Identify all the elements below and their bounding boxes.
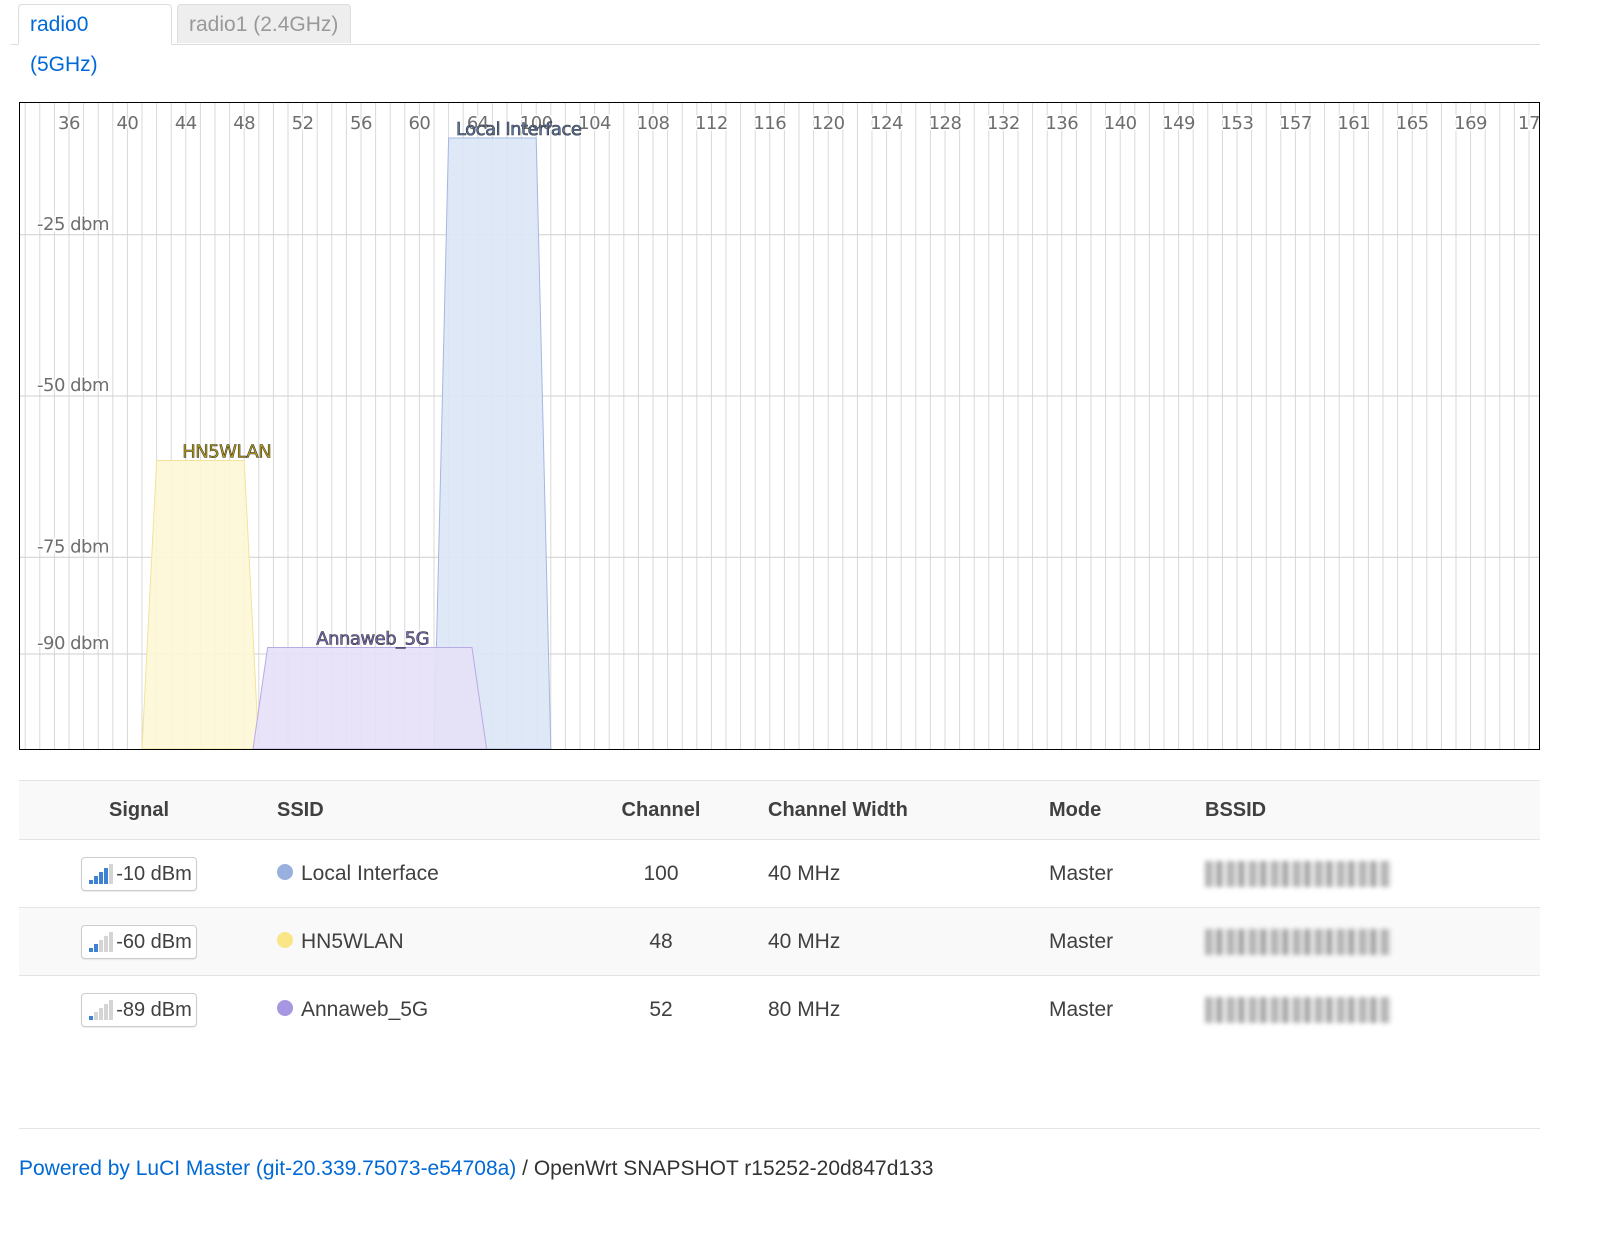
radio-tabs: radio0 (5GHz) radio1 (2.4GHz) xyxy=(11,4,1540,76)
dbm-label: -75 dbm xyxy=(37,536,109,557)
signal-bar xyxy=(94,944,99,953)
header-signal: Signal xyxy=(108,799,169,821)
signal-bar xyxy=(109,864,114,885)
luci-link[interactable]: Powered by LuCI Master (git-20.339.75073… xyxy=(19,1157,516,1180)
channel-label: 140 xyxy=(1104,113,1137,134)
channel-label: 48 xyxy=(233,113,255,134)
channel-label: 116 xyxy=(753,113,786,134)
channel-label: 112 xyxy=(695,113,728,134)
signal-badge: -60 dBm xyxy=(81,925,197,960)
channel-label: 132 xyxy=(987,113,1020,134)
channel-label: 124 xyxy=(870,113,903,134)
channel-label: 60 xyxy=(408,113,430,134)
networks-table: Signal SSID Channel Channel Width Mode B… xyxy=(19,780,1540,1043)
table-row: -60 dBm HN5WLAN 48 40 MHz Master xyxy=(19,908,1540,976)
channel-label: 56 xyxy=(350,113,372,134)
channel-label: 169 xyxy=(1454,113,1487,134)
channel-label: 108 xyxy=(637,113,670,134)
footer: Powered by LuCI Master (git-20.339.75073… xyxy=(19,1157,933,1181)
tab-radio1[interactable]: radio1 (2.4GHz) xyxy=(177,4,351,43)
dbm-label: -90 dbm xyxy=(37,633,109,654)
channel-label: 40 xyxy=(116,113,138,134)
channel-label: 165 xyxy=(1396,113,1429,134)
signal-bar xyxy=(99,872,104,885)
signal-bar xyxy=(89,1016,94,1021)
signal-bar xyxy=(104,868,109,885)
channel-label: 120 xyxy=(812,113,845,134)
ssid-name: Local Interface xyxy=(301,862,439,885)
signal-value: -60 dBm xyxy=(116,931,192,954)
header-ssid: SSID xyxy=(277,799,324,821)
signal-strength-icon xyxy=(89,864,114,885)
channel-label: 128 xyxy=(929,113,962,134)
signal-bar xyxy=(104,936,109,953)
ssid-color-dot xyxy=(277,864,293,881)
channel-label: 104 xyxy=(578,113,611,134)
network-label: HN5WLAN xyxy=(182,442,271,463)
signal-bar xyxy=(109,932,114,953)
ssid-name: HN5WLAN xyxy=(301,930,404,953)
signal-bar xyxy=(89,948,94,953)
signal-value: -89 dBm xyxy=(116,999,192,1022)
channel-label: 36 xyxy=(58,113,80,134)
channel-label: 136 xyxy=(1045,113,1078,134)
footer-version: / OpenWrt SNAPSHOT r15252-20d847d133 xyxy=(516,1157,934,1180)
signal-bar xyxy=(89,880,94,885)
channel-chart-svg: -25 dbm -50 dbm -75 dbm -90 dbm 36 40 44 48 52 56… xyxy=(20,103,1539,749)
signal-bar xyxy=(104,1004,109,1021)
channel-label: 157 xyxy=(1279,113,1312,134)
network-area xyxy=(252,647,488,749)
channel-label: 149 xyxy=(1162,113,1195,134)
mode-value: Master xyxy=(1049,862,1114,885)
bssid-redacted xyxy=(1205,861,1391,888)
header-mode: Mode xyxy=(1049,799,1102,821)
channel-value: 48 xyxy=(649,930,673,953)
tab-radio0[interactable]: radio0 (5GHz) xyxy=(18,4,172,76)
channel-width-value: 40 MHz xyxy=(768,862,841,885)
header-channel: Channel xyxy=(621,799,701,821)
header-bssid: BSSID xyxy=(1205,799,1267,821)
channel-label: 17 xyxy=(1518,113,1539,134)
signal-bar xyxy=(99,1008,104,1021)
ssid-color-dot xyxy=(277,1000,293,1017)
signal-bar xyxy=(94,876,99,885)
channel-width-value: 40 MHz xyxy=(768,930,841,953)
signal-bar xyxy=(99,940,104,953)
network-label: Annaweb_5G xyxy=(316,629,429,650)
mode-value: Master xyxy=(1049,930,1114,953)
channel-value: 100 xyxy=(643,862,679,885)
dbm-label: -25 dbm xyxy=(37,214,109,235)
signal-bar xyxy=(94,1012,99,1021)
network-label: Local Interface xyxy=(456,119,582,140)
footer-divider xyxy=(19,1128,1540,1129)
mode-value: Master xyxy=(1049,998,1114,1021)
dbm-label: -50 dbm xyxy=(37,375,109,396)
signal-badge: -89 dBm xyxy=(81,993,197,1028)
header-channel-width: Channel Width xyxy=(768,799,908,821)
network-area xyxy=(141,460,260,749)
signal-value: -10 dBm xyxy=(116,863,192,886)
channel-label: 161 xyxy=(1337,113,1370,134)
channel-label: 153 xyxy=(1221,113,1254,134)
bssid-redacted xyxy=(1205,929,1391,956)
table-header: Signal SSID Channel Channel Width Mode B… xyxy=(19,780,1540,840)
signal-bar xyxy=(109,1000,114,1021)
table-row: -89 dBm Annaweb_5G 52 80 MHz Master xyxy=(19,976,1540,1043)
channel-label: 44 xyxy=(175,113,197,134)
channel-label: 52 xyxy=(292,113,314,134)
signal-strength-icon xyxy=(89,1000,114,1021)
table-row: -10 dBm Local Interface 100 40 MHz Maste… xyxy=(19,840,1540,908)
ssid-name: Annaweb_5G xyxy=(301,998,429,1021)
signal-strength-icon xyxy=(89,932,114,953)
signal-badge: -10 dBm xyxy=(81,857,197,892)
channel-value: 52 xyxy=(649,998,673,1021)
bssid-redacted xyxy=(1205,997,1391,1024)
channel-analysis-chart: -25 dbm -50 dbm -75 dbm -90 dbm 36 40 44 48 52 56… xyxy=(19,102,1540,750)
channel-width-value: 80 MHz xyxy=(768,998,841,1021)
ssid-color-dot xyxy=(277,932,293,949)
